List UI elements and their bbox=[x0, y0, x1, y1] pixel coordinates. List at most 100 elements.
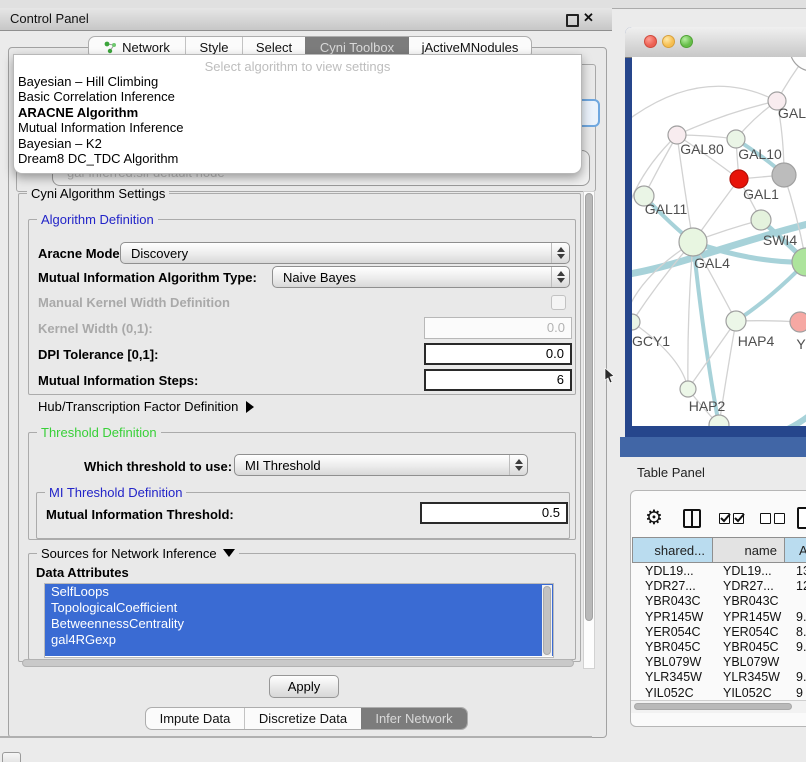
network-canvas[interactable]: GALGAL80GAL10GAL1GAL11SWI4GAL4GCY1HAP4YH… bbox=[632, 57, 806, 426]
checked-checkbox-icon[interactable] bbox=[733, 513, 744, 524]
mini-corner-button[interactable] bbox=[2, 752, 21, 762]
table-cell: YDR27... bbox=[713, 579, 785, 594]
tab-label: jActiveMNodules bbox=[422, 40, 519, 55]
settings-horizontal-scrollbar[interactable] bbox=[22, 659, 574, 667]
network-node-hap2[interactable] bbox=[680, 381, 696, 397]
control-panel-titlebar[interactable]: Control Panel ✕ bbox=[0, 8, 612, 31]
algorithm-option[interactable]: Mutual Information Inference bbox=[18, 120, 577, 135]
table-cell: YBR045C bbox=[632, 640, 713, 655]
table-cell: YBR043C bbox=[632, 594, 713, 609]
mi-threshold-input[interactable]: 0.5 bbox=[420, 502, 568, 524]
network-node-partial-top[interactable] bbox=[790, 57, 806, 71]
table-row[interactable]: YBL079WYBL079W bbox=[632, 655, 806, 670]
algorithm-option[interactable]: Dream8 DC_TDC Algorithm bbox=[18, 151, 577, 166]
table-row[interactable]: YIL052CYIL052C9 bbox=[632, 686, 806, 701]
table-cell: 13 bbox=[785, 564, 806, 579]
kernel-width-input[interactable]: 0.0 bbox=[424, 317, 572, 339]
stepper-icon bbox=[509, 455, 527, 475]
aracne-mode-select[interactable]: Discovery bbox=[120, 242, 570, 264]
settings-group-title: Cyni Algorithm Settings bbox=[27, 186, 169, 201]
page-icon[interactable] bbox=[797, 507, 806, 529]
network-window-titlebar[interactable] bbox=[625, 27, 806, 58]
table-horizontal-scrollbar[interactable] bbox=[631, 700, 806, 713]
data-attribute-item[interactable]: TopologicalCoefficient bbox=[45, 600, 553, 616]
network-edge bbox=[632, 242, 693, 322]
close-icon[interactable]: ✕ bbox=[583, 10, 594, 26]
algorithm-option[interactable]: Bayesian – K2 bbox=[18, 136, 577, 151]
mi-steps-input[interactable]: 6 bbox=[424, 369, 572, 391]
data-attributes-list[interactable]: SelfLoopsTopologicalCoefficientBetweenne… bbox=[44, 583, 554, 658]
columns-icon[interactable] bbox=[683, 509, 701, 528]
tab-label: Cyni Toolbox bbox=[320, 40, 394, 55]
data-attribute-item[interactable]: gal4RGexp bbox=[45, 632, 553, 648]
scrollbar-thumb[interactable] bbox=[585, 193, 593, 621]
table-cell bbox=[785, 655, 806, 670]
tab-label: Impute Data bbox=[160, 711, 231, 726]
mi-steps-label: Mutual Information Steps: bbox=[38, 373, 198, 388]
data-attribute-item[interactable]: BetweennessCentrality bbox=[45, 616, 553, 632]
tab-impute-data[interactable]: Impute Data bbox=[146, 708, 244, 729]
unchecked-checkbox-icon[interactable] bbox=[774, 513, 785, 524]
aracne-mode-label: Aracne Mode: bbox=[38, 246, 124, 261]
data-attribute-item-partial bbox=[45, 648, 553, 656]
table-cell: 8. bbox=[785, 625, 806, 640]
node-label: SWI4 bbox=[763, 232, 797, 248]
network-node-swi4[interactable] bbox=[751, 210, 771, 230]
column-header-shared[interactable]: shared... bbox=[632, 537, 713, 563]
which-threshold-value: MI Threshold bbox=[235, 458, 509, 473]
aracne-mode-value: Discovery bbox=[121, 246, 551, 261]
unchecked-checkbox-icon[interactable] bbox=[760, 513, 771, 524]
mouse-cursor bbox=[604, 368, 616, 384]
tab-infer-network[interactable]: Infer Network bbox=[361, 708, 467, 729]
close-traffic-light-icon[interactable] bbox=[644, 35, 657, 48]
table-row[interactable]: YBR045CYBR045C9. bbox=[632, 640, 806, 655]
network-edge bbox=[688, 242, 693, 389]
tab-label: Select bbox=[256, 40, 292, 55]
attributes-scrollbar[interactable] bbox=[542, 585, 552, 656]
table-cell: 9 bbox=[785, 686, 806, 701]
settings-vertical-scrollbar[interactable] bbox=[583, 191, 595, 669]
manual-kernel-checkbox[interactable] bbox=[551, 295, 566, 310]
scrollbar-thumb[interactable] bbox=[543, 586, 551, 655]
column-header-name[interactable]: name bbox=[713, 537, 785, 563]
table-row[interactable]: YLR345WYLR345W9. bbox=[632, 670, 806, 685]
table-row[interactable]: YDL19...YDL19...13 bbox=[632, 564, 806, 579]
network-node-y[interactable] bbox=[790, 312, 806, 332]
tab-discretize-data[interactable]: Discretize Data bbox=[244, 708, 361, 729]
node-label: Y bbox=[796, 336, 806, 352]
tab-label: Network bbox=[122, 40, 170, 55]
minimize-traffic-light-icon[interactable] bbox=[662, 35, 675, 48]
table-cell: YBR045C bbox=[713, 640, 785, 655]
hub-definition-toggle[interactable]: Hub/Transcription Factor Definition bbox=[38, 399, 254, 414]
which-threshold-select[interactable]: MI Threshold bbox=[234, 454, 528, 476]
tab-label: Discretize Data bbox=[259, 711, 347, 726]
table-row[interactable]: YER054CYER054C8. bbox=[632, 625, 806, 640]
network-node-gray-node[interactable] bbox=[772, 163, 796, 187]
table-row[interactable]: YDR27...YDR27...12 bbox=[632, 579, 806, 594]
scrollbar-thumb[interactable] bbox=[634, 703, 792, 710]
apply-button[interactable]: Apply bbox=[269, 675, 339, 698]
zoom-traffic-light-icon[interactable] bbox=[680, 35, 693, 48]
data-attributes-label: Data Attributes bbox=[36, 565, 129, 580]
manual-kernel-label: Manual Kernel Width Definition bbox=[38, 295, 230, 310]
mi-type-select[interactable]: Naive Bayes bbox=[272, 266, 570, 288]
network-node-gal4[interactable] bbox=[679, 228, 707, 256]
gear-icon[interactable]: ⚙ bbox=[645, 507, 663, 529]
table-row[interactable]: YPR145WYPR145W9. bbox=[632, 610, 806, 625]
dpi-tolerance-input[interactable]: 0.0 bbox=[424, 343, 572, 365]
checked-checkbox-icon[interactable] bbox=[719, 513, 730, 524]
float-icon[interactable] bbox=[566, 14, 579, 27]
table-cell: 9. bbox=[785, 610, 806, 625]
table-cell: YLR345W bbox=[713, 670, 785, 685]
algorithm-option[interactable]: Bayesian – Hill Climbing bbox=[18, 74, 577, 89]
network-node-hap4[interactable] bbox=[726, 311, 746, 331]
table-row[interactable]: YBR043CYBR043C bbox=[632, 594, 806, 609]
column-header-extra[interactable]: A bbox=[785, 537, 806, 563]
algorithm-option[interactable]: Basic Correlation Inference bbox=[18, 89, 577, 104]
algorithm-option[interactable]: ARACNE Algorithm bbox=[18, 105, 577, 120]
mi-type-value: Naive Bayes bbox=[273, 270, 551, 285]
data-attribute-item[interactable]: SelfLoops bbox=[45, 584, 553, 600]
sources-toggle[interactable]: Sources for Network Inference bbox=[37, 546, 239, 561]
desktop-background bbox=[620, 437, 806, 457]
table-cell: 12 bbox=[785, 579, 806, 594]
